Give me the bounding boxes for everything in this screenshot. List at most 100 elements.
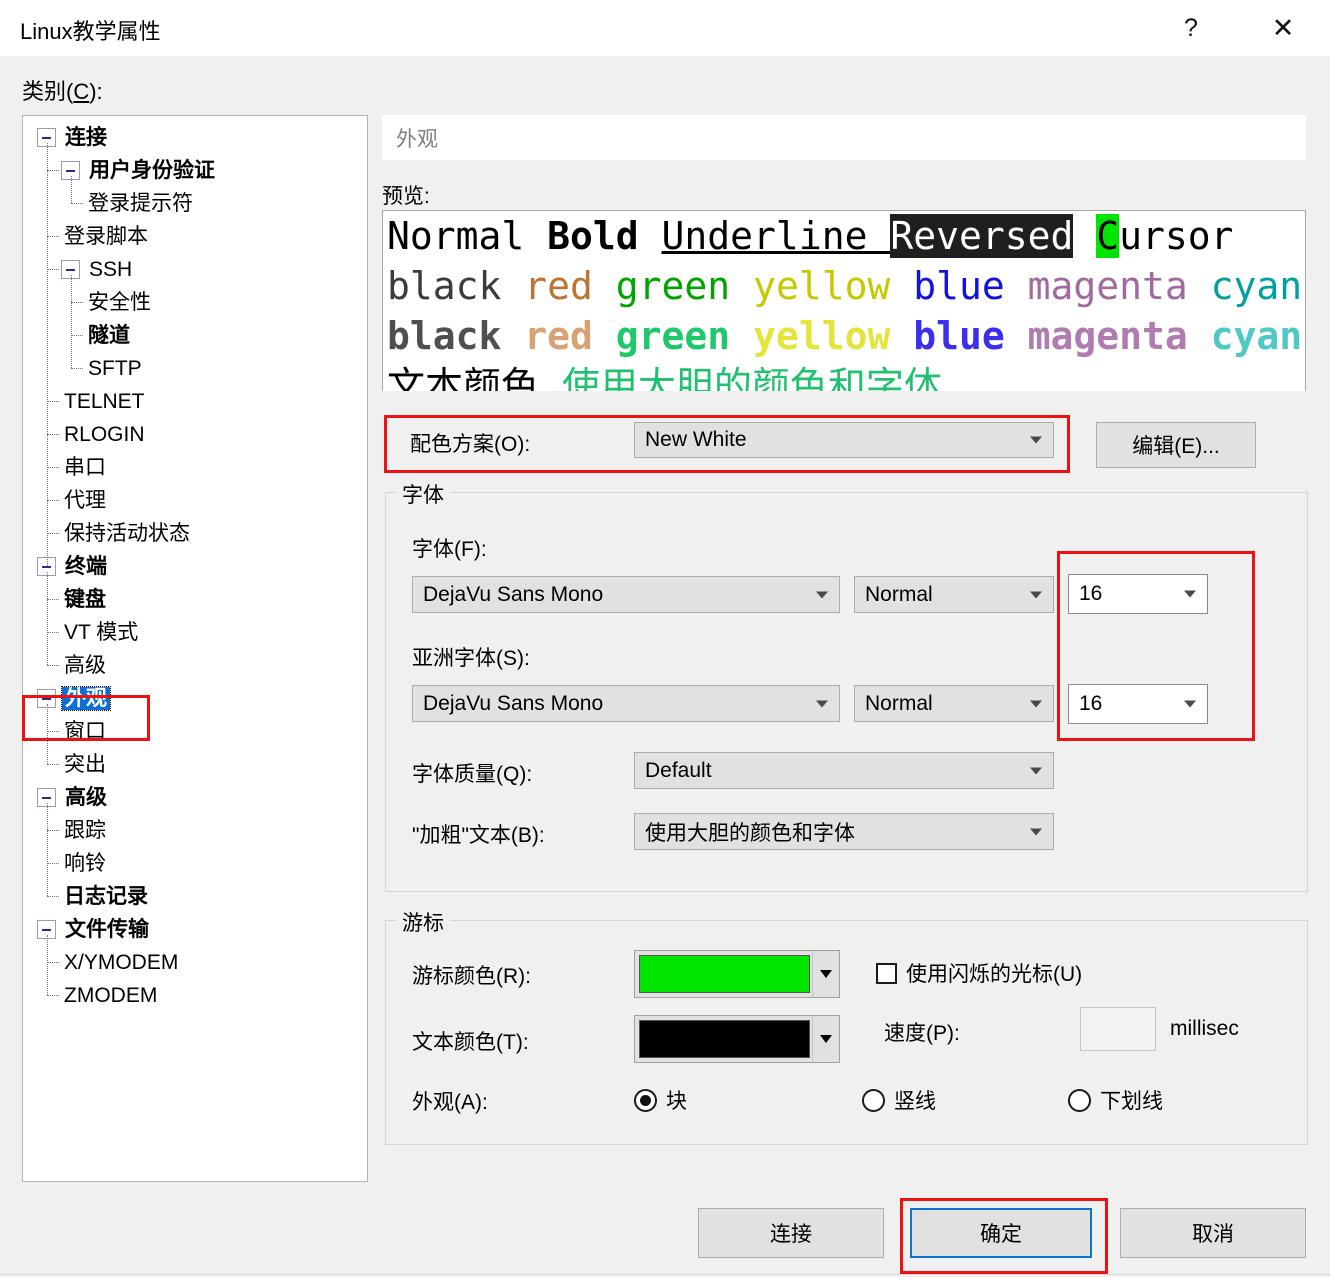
preview-run: cyan xyxy=(1210,314,1303,358)
tree-connector xyxy=(71,368,83,369)
tree-connector xyxy=(47,731,59,732)
radio-underline[interactable] xyxy=(1068,1088,1091,1112)
preview-run: black xyxy=(387,264,525,308)
font-size-combo[interactable]: 16 xyxy=(1068,574,1208,614)
tree-item-12[interactable]: 保持活动状态 xyxy=(61,517,193,550)
radio-block[interactable] xyxy=(634,1088,657,1112)
cursor-appearance-option-underline[interactable]: 下划线 xyxy=(1068,1085,1163,1115)
scheme-combo-value: New White xyxy=(645,428,747,451)
cursor-appearance-option-block[interactable]: 块 xyxy=(634,1085,687,1115)
preview-run: 文本颜色 xyxy=(387,364,562,391)
font-group-title: 字体 xyxy=(396,479,450,509)
category-label-end: ): xyxy=(89,79,103,104)
tree-item-15[interactable]: VT 模式 xyxy=(61,616,141,649)
tree-item-21[interactable]: 跟踪 xyxy=(61,814,109,847)
chevron-down-icon xyxy=(1030,700,1042,707)
tree-item-label: 登录提示符 xyxy=(88,192,193,215)
pane-header-title: 外观 xyxy=(396,127,438,151)
tree-item-24[interactable]: 文件传输 xyxy=(37,913,152,946)
cancel-button[interactable]: 取消 xyxy=(1120,1208,1306,1258)
tree-item-14[interactable]: 键盘 xyxy=(61,583,109,616)
tree-connector xyxy=(47,665,59,666)
asian-font-style-value: Normal xyxy=(865,691,933,715)
preview-run: Reversed xyxy=(890,214,1074,258)
category-tree[interactable]: 连接 用户身份验证 登录提示符 登录脚本 SSH 安全性 隧道 SFTP TELNET RLOGI… xyxy=(22,115,368,1182)
tree-item-6[interactable]: 隧道 xyxy=(85,319,133,352)
font-size-value: 16 xyxy=(1079,582,1103,605)
tree-connector xyxy=(71,302,83,303)
tree-item-18[interactable]: 窗口 xyxy=(61,715,109,748)
cursor-color-label: 游标颜色(R): xyxy=(412,965,531,988)
speed-input[interactable] xyxy=(1080,1007,1156,1051)
tree-connector xyxy=(47,995,59,996)
preview-run: Normal xyxy=(387,214,548,258)
tree-guide xyxy=(47,572,48,665)
tree-connector xyxy=(47,896,59,897)
tree-item-11[interactable]: 代理 xyxy=(61,484,109,517)
tree-item-9[interactable]: RLOGIN xyxy=(61,418,148,451)
tree-guide xyxy=(71,176,72,203)
font-family-combo[interactable]: DejaVu Sans Mono xyxy=(412,576,840,613)
chevron-down-icon xyxy=(1184,700,1196,708)
close-icon[interactable]: ✕ xyxy=(1252,0,1314,56)
tree-connector xyxy=(47,401,59,402)
text-color-swatch-button[interactable] xyxy=(634,1015,840,1063)
preview-run: yellow xyxy=(753,264,914,308)
font-quality-label: 字体质量(Q): xyxy=(412,763,533,786)
preview-run: blue xyxy=(913,314,1028,358)
tree-item-label: 高级 xyxy=(64,654,106,677)
tree-item-5[interactable]: 安全性 xyxy=(85,286,154,319)
tree-item-10[interactable]: 串口 xyxy=(61,451,109,484)
chevron-down-icon[interactable] xyxy=(812,1016,839,1062)
edit-scheme-button[interactable]: 编辑(E)... xyxy=(1096,422,1256,468)
asian-font-size-value: 16 xyxy=(1079,692,1103,715)
tree-item-25[interactable]: X/YMODEM xyxy=(61,946,181,979)
preview-run: cyan xyxy=(1210,264,1303,308)
blink-cursor-row[interactable]: 使用闪烁的光标(U) xyxy=(876,958,1082,988)
tree-item-16[interactable]: 高级 xyxy=(61,649,109,682)
category-label-text: 类别( xyxy=(22,79,74,104)
window-title: Linux教学属性 xyxy=(20,19,161,44)
blink-cursor-checkbox[interactable] xyxy=(876,962,897,984)
asian-font-family-combo[interactable]: DejaVu Sans Mono xyxy=(412,685,840,722)
preview-run: red xyxy=(524,264,616,308)
tree-item-label: 终端 xyxy=(65,555,107,578)
tree-item-2[interactable]: 登录提示符 xyxy=(85,187,196,220)
tree-item-7[interactable]: SFTP xyxy=(85,352,145,385)
tree-item-1[interactable]: 用户身份验证 xyxy=(61,154,218,187)
chevron-down-icon xyxy=(816,591,828,598)
font-quality-combo[interactable]: Default xyxy=(634,752,1054,789)
bold-text-label: "加粗"文本(B): xyxy=(412,824,545,847)
help-icon[interactable]: ? xyxy=(1160,0,1222,56)
tree-item-8[interactable]: TELNET xyxy=(61,385,148,418)
tree-connector xyxy=(47,533,59,534)
tree-item-26[interactable]: ZMODEM xyxy=(61,979,160,1012)
chevron-down-icon[interactable] xyxy=(812,951,839,997)
tree-connector xyxy=(47,962,59,963)
ok-button[interactable]: 确定 xyxy=(910,1208,1092,1258)
cursor-appearance-option-vertical[interactable]: 竖线 xyxy=(862,1085,936,1115)
bold-text-combo[interactable]: 使用大胆的颜色和字体 xyxy=(634,813,1054,850)
radio-vertical-line[interactable] xyxy=(862,1088,885,1112)
asian-font-size-combo[interactable]: 16 xyxy=(1068,684,1208,724)
tree-item-3[interactable]: 登录脚本 xyxy=(61,220,151,253)
bottom-divider xyxy=(0,1274,1330,1275)
tree-connector xyxy=(71,335,83,336)
preview-run: 使用大胆的颜色和字体 xyxy=(561,364,942,391)
preview-line-3: black red green yellow blue magenta cyan xyxy=(387,311,1305,361)
tree-item-label: 窗口 xyxy=(64,720,106,743)
connect-button[interactable]: 连接 xyxy=(698,1208,884,1258)
tree-item-19[interactable]: 突出 xyxy=(61,748,109,781)
preview-label: 预览: xyxy=(382,185,430,208)
tree-connector xyxy=(47,269,59,270)
tree-item-label: SSH xyxy=(89,258,133,281)
asian-font-style-combo[interactable]: Normal xyxy=(854,685,1054,722)
preview-run: green xyxy=(615,314,754,358)
tree-item-4[interactable]: SSH xyxy=(61,253,135,286)
tree-item-23[interactable]: 日志记录 xyxy=(61,880,151,913)
preview-run: Underline xyxy=(661,214,891,258)
tree-item-22[interactable]: 响铃 xyxy=(61,847,109,880)
cursor-color-swatch-button[interactable] xyxy=(634,950,840,998)
font-style-combo[interactable]: Normal xyxy=(854,576,1054,613)
scheme-combo[interactable]: New White xyxy=(634,422,1054,458)
